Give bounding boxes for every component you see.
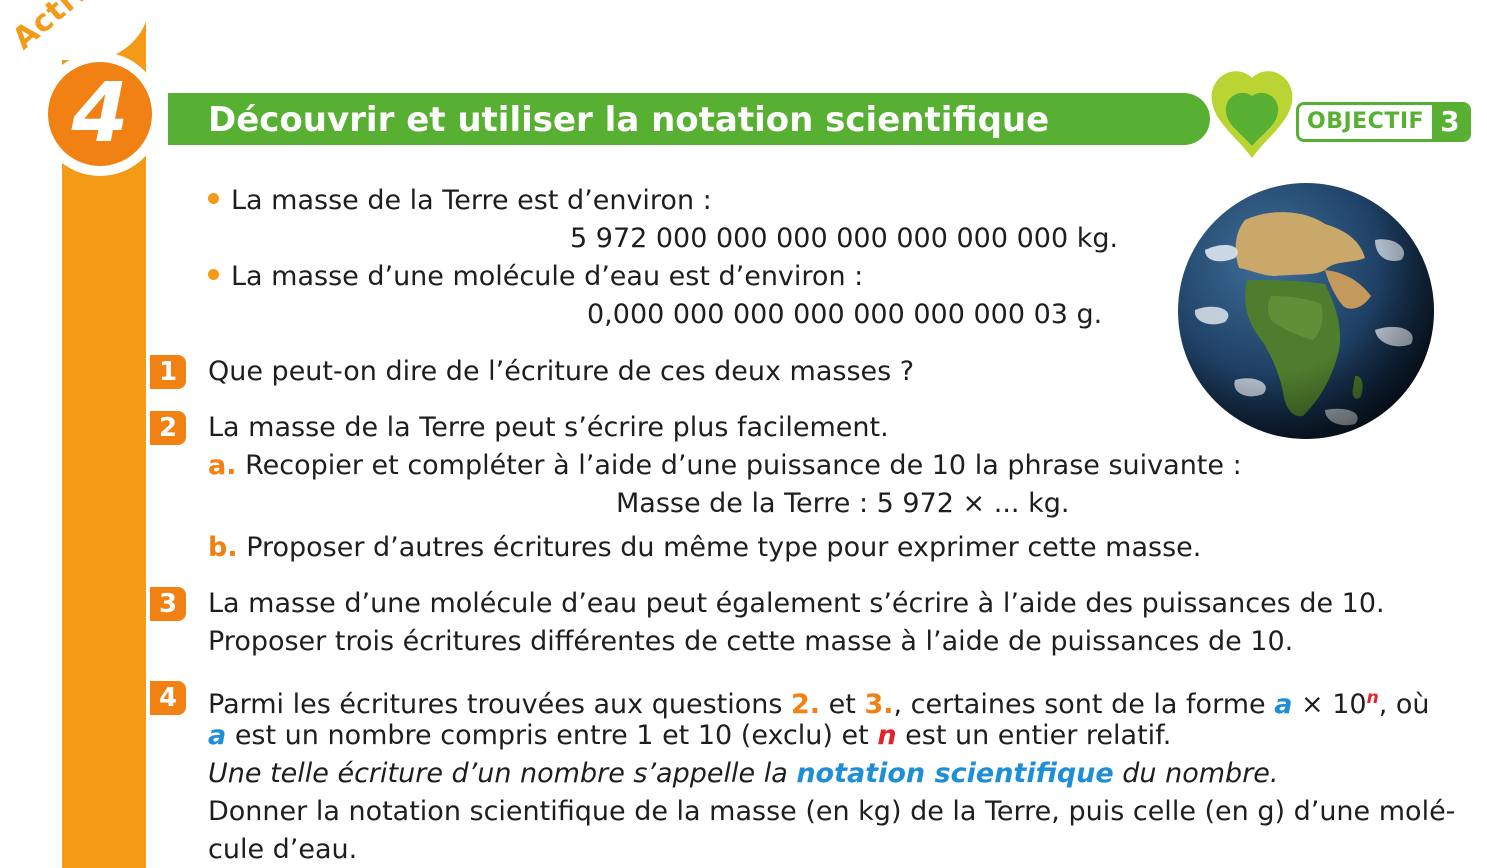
- question-2a-formula: Masse de la Terre : 5 972 × ... kg.: [616, 488, 1070, 519]
- question-2-text: La masse de la Terre peut s’écrire plus …: [208, 412, 889, 443]
- q4-text: est un nombre compris entre 1 et 10 (exc…: [226, 720, 878, 751]
- question-4-line-1: Parmi les écritures trouvées aux questio…: [208, 681, 1429, 722]
- bullet-icon: [208, 269, 219, 280]
- bullet-icon: [208, 193, 219, 204]
- q4-ref-question-2: 2.: [791, 689, 821, 720]
- question-4-line-5: cule d’eau.: [208, 834, 358, 865]
- question-2a-letter: a.: [208, 450, 237, 481]
- question-3-line-1: La masse d’une molécule d’eau peut égale…: [208, 588, 1385, 619]
- question-2a-text: Recopier et compléter à l’aide d’une pui…: [245, 450, 1242, 481]
- q4-ref-question-3: 3.: [864, 689, 894, 720]
- question-2b: b. Proposer d’autres écritures du même t…: [208, 531, 1201, 565]
- question-3-line-2: Proposer trois écritures différentes de …: [208, 626, 1294, 657]
- question-2b-letter: b.: [208, 532, 238, 563]
- activity-number-badge: 4: [48, 62, 152, 166]
- q4-text: Une telle écriture d’un nombre s’appelle…: [208, 758, 797, 789]
- q4-text: du nombre.: [1113, 758, 1279, 789]
- q4-text: , où: [1378, 689, 1430, 720]
- question-3-number: 3: [150, 587, 186, 621]
- q4-text: , certaines sont de la forme: [893, 689, 1275, 720]
- question-2b-text: Proposer d’autres écritures du même type…: [246, 532, 1202, 563]
- question-2a: a. Recopier et compléter à l’aide d’une …: [208, 449, 1242, 483]
- objectif-number: 3: [1432, 105, 1468, 139]
- variable-n: n: [877, 720, 897, 751]
- exponent-n: n: [1366, 688, 1379, 708]
- earth-globe-image: [1178, 183, 1434, 439]
- water-mass-value: 0,000 000 000 000 000 000 000 03 g.: [587, 299, 1103, 330]
- leaf-decoration-icon: [1211, 71, 1293, 158]
- objectif-label: OBJECTIF: [1307, 109, 1425, 134]
- question-4-number: 4: [150, 681, 186, 715]
- intro-bullet-earth: La masse de la Terre est d’environ :: [208, 184, 712, 218]
- term-notation-scientifique: notation scientifique: [796, 758, 1114, 789]
- variable-a: a: [1274, 689, 1293, 720]
- q4-text: Parmi les écritures trouvées aux questio…: [208, 689, 792, 720]
- question-1-text: Que peut-on dire de l’écriture de ces de…: [208, 356, 915, 387]
- q4-text: et: [820, 689, 865, 720]
- earth-mass-value: 5 972 000 000 000 000 000 000 000 kg.: [570, 223, 1119, 254]
- page-title: Découvrir et utiliser la notation scient…: [208, 100, 1050, 140]
- question-4-line-4: Donner la notation scientifique de la ma…: [208, 796, 1456, 827]
- q4-text: est un entier relatif.: [896, 720, 1172, 751]
- question-1-number: 1: [150, 355, 186, 389]
- question-4-definition: Une telle écriture d’un nombre s’appelle…: [208, 757, 1279, 791]
- objectif-badge: OBJECTIF 3: [1296, 102, 1471, 142]
- variable-a: a: [208, 720, 227, 751]
- intro-bullet-earth-text: La masse de la Terre est d’environ :: [231, 185, 712, 216]
- intro-bullet-water: La masse d’une molécule d’eau est d’envi…: [208, 260, 863, 294]
- question-4-line-2: a est un nombre compris entre 1 et 10 (e…: [208, 719, 1171, 753]
- q4-text: × 10: [1292, 689, 1367, 720]
- question-2-number: 2: [150, 411, 186, 445]
- intro-bullet-water-text: La masse d’une molécule d’eau est d’envi…: [231, 261, 864, 292]
